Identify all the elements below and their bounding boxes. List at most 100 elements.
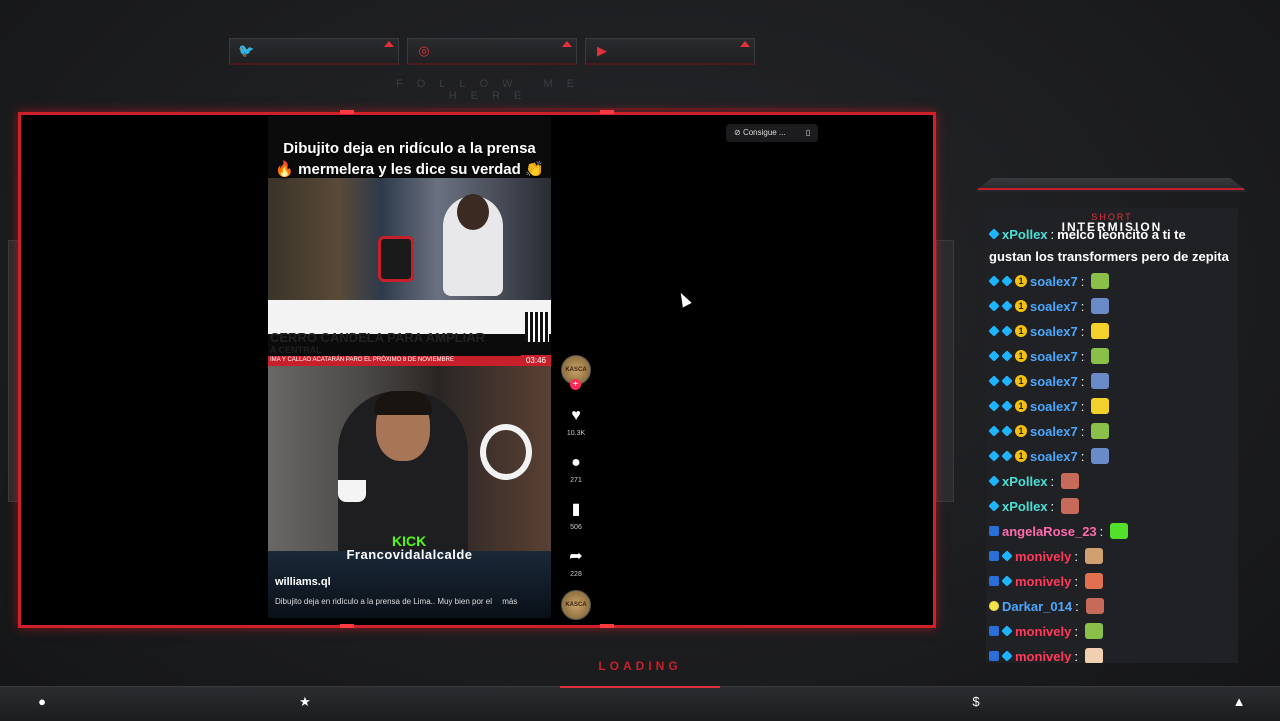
triangle-icon bbox=[384, 41, 394, 47]
save-action[interactable]: ▮ 506 bbox=[562, 500, 590, 531]
chat-username[interactable]: monively bbox=[1015, 549, 1071, 564]
bottom-bar bbox=[0, 686, 1280, 721]
chat-panel: xPollex : melco leoncito a ti te gustan … bbox=[986, 208, 1238, 663]
emote-icon bbox=[1091, 423, 1110, 439]
twitter-icon: 🐦 bbox=[238, 43, 255, 58]
emote-icon bbox=[1084, 548, 1103, 564]
streamer-name: Francovidalalcalde bbox=[346, 547, 473, 562]
chat-message-cont: gustan los transformers pero de zepita bbox=[989, 248, 1229, 264]
emote-icon bbox=[1091, 323, 1110, 339]
chat-username[interactable]: soalex7 bbox=[1030, 349, 1078, 364]
chat-username[interactable]: monively bbox=[1015, 624, 1071, 639]
gold-badge-icon: 1 bbox=[1015, 325, 1027, 337]
chat-colon: : bbox=[1074, 623, 1078, 639]
browser-popup[interactable]: ⊘ Consigue ... ▯ bbox=[726, 124, 818, 142]
video-person bbox=[443, 194, 503, 296]
chat-message: 1 soalex7: bbox=[988, 345, 1110, 367]
like-count: 10.3K bbox=[566, 430, 586, 437]
gold-badge-icon: 1 bbox=[1015, 375, 1027, 387]
rocket-icon: ▲ bbox=[1232, 694, 1246, 709]
chat-username[interactable]: soalex7 bbox=[1030, 424, 1078, 439]
chat-username[interactable]: monively bbox=[1015, 574, 1071, 589]
emote-icon bbox=[1061, 498, 1080, 514]
emote-icon bbox=[1061, 473, 1080, 489]
share-icon[interactable]: ➦ bbox=[562, 547, 590, 567]
chat-username[interactable]: xPollex bbox=[1002, 474, 1048, 489]
chat-username[interactable]: soalex7 bbox=[1030, 449, 1078, 464]
video-title-line2: 🔥 mermelera y les dice su verdad 👏 bbox=[275, 161, 544, 178]
chat-colon: : bbox=[1075, 598, 1079, 614]
dollar-icon: $ bbox=[972, 694, 980, 709]
like-action[interactable]: ♥ 10.3K bbox=[562, 406, 590, 437]
caption-text: Dibujito deja en ridículo a la prensa de… bbox=[275, 597, 493, 606]
chat-colon: : bbox=[1074, 573, 1078, 589]
qr-code bbox=[525, 312, 549, 342]
chat-message: xPollex: bbox=[988, 470, 1080, 492]
gold-badge-icon: 1 bbox=[1015, 275, 1027, 287]
blue-badge-icon bbox=[989, 576, 999, 586]
cyan-badge-icon bbox=[988, 325, 1000, 337]
chat-message: xPollex: bbox=[988, 495, 1080, 517]
emote-icon bbox=[1091, 398, 1110, 414]
follow-plus-icon[interactable]: + bbox=[570, 379, 581, 390]
top-divider bbox=[340, 108, 940, 110]
emote-icon bbox=[1091, 273, 1110, 289]
user-icon: ● bbox=[38, 694, 46, 709]
chat-username[interactable]: soalex7 bbox=[1030, 399, 1078, 414]
chat-username[interactable]: monively bbox=[1015, 649, 1071, 664]
chat-message: 1 soalex7: bbox=[988, 295, 1110, 317]
chat-username[interactable]: soalex7 bbox=[1030, 324, 1078, 339]
chat-colon: : bbox=[1080, 273, 1085, 289]
chat-colon: : bbox=[1050, 498, 1055, 514]
heart-icon[interactable]: ♥ bbox=[562, 406, 590, 426]
emote-icon bbox=[1085, 598, 1104, 614]
cyan-badge-icon bbox=[988, 450, 1000, 462]
chat-username[interactable]: soalex7 bbox=[1030, 299, 1078, 314]
chat-username[interactable]: soalex7 bbox=[1030, 274, 1078, 289]
caption-more-link[interactable]: más bbox=[502, 597, 517, 606]
chat-colon: : bbox=[1080, 448, 1085, 464]
cyan-badge-icon bbox=[988, 500, 1000, 512]
chat-colon: : bbox=[1080, 423, 1085, 439]
ring-light bbox=[480, 424, 532, 480]
comment-icon[interactable]: ● bbox=[562, 453, 590, 473]
cyan-badge-icon bbox=[1001, 375, 1013, 387]
chat-username[interactable]: soalex7 bbox=[1030, 374, 1078, 389]
emote-icon bbox=[1084, 573, 1103, 589]
social-bar-instagram: ◎ bbox=[407, 38, 577, 65]
bookmark-icon[interactable]: ▮ bbox=[562, 500, 590, 520]
gold-badge-icon: 1 bbox=[1015, 450, 1027, 462]
news-subheadline: A CENTRAL bbox=[270, 345, 322, 355]
phone-icon[interactable]: ▯ bbox=[806, 128, 810, 137]
comment-action[interactable]: ● 271 bbox=[562, 453, 590, 484]
video-username[interactable]: williams.ql bbox=[275, 576, 331, 588]
cyan-badge-icon bbox=[1001, 350, 1013, 362]
frame-tick bbox=[340, 624, 354, 628]
cyan-badge-icon bbox=[988, 425, 1000, 437]
chat-message: 1 soalex7: bbox=[988, 445, 1110, 467]
cyan-badge-icon bbox=[988, 300, 1000, 312]
follow-me-label: FOLLOW ME HERE bbox=[395, 78, 588, 102]
chat-username[interactable]: xPollex bbox=[1002, 499, 1048, 514]
gold-badge-icon: 1 bbox=[1015, 350, 1027, 362]
chat-colon: : bbox=[1099, 523, 1104, 539]
chat-username[interactable]: Darkar_014 bbox=[1002, 599, 1072, 614]
tiktok-video[interactable]: Dibujito deja en ridículo a la prensa 🔥 … bbox=[268, 116, 551, 618]
chat-username[interactable]: angelaRose_23 bbox=[1002, 524, 1097, 539]
chat-message: 1 soalex7: bbox=[988, 270, 1110, 292]
instagram-icon: ◎ bbox=[418, 43, 430, 58]
chat-message: 1 soalex7: bbox=[988, 320, 1110, 342]
chat-colon: : bbox=[1080, 323, 1085, 339]
share-action[interactable]: ➦ 228 bbox=[562, 547, 590, 578]
bottom-accent bbox=[560, 686, 720, 688]
chat-colon: : bbox=[1080, 398, 1085, 414]
blue-badge-icon bbox=[989, 551, 999, 561]
youtube-icon: ▶ bbox=[597, 43, 607, 58]
sound-avatar[interactable]: KASCA bbox=[561, 590, 591, 620]
cyan-badge-icon bbox=[1001, 275, 1013, 287]
gold-badge-icon: 1 bbox=[1015, 400, 1027, 412]
chat-colon: : bbox=[1080, 298, 1085, 314]
cyan-badge-icon bbox=[1001, 650, 1013, 662]
cyan-badge-icon bbox=[988, 375, 1000, 387]
blue-badge-icon bbox=[989, 626, 999, 636]
